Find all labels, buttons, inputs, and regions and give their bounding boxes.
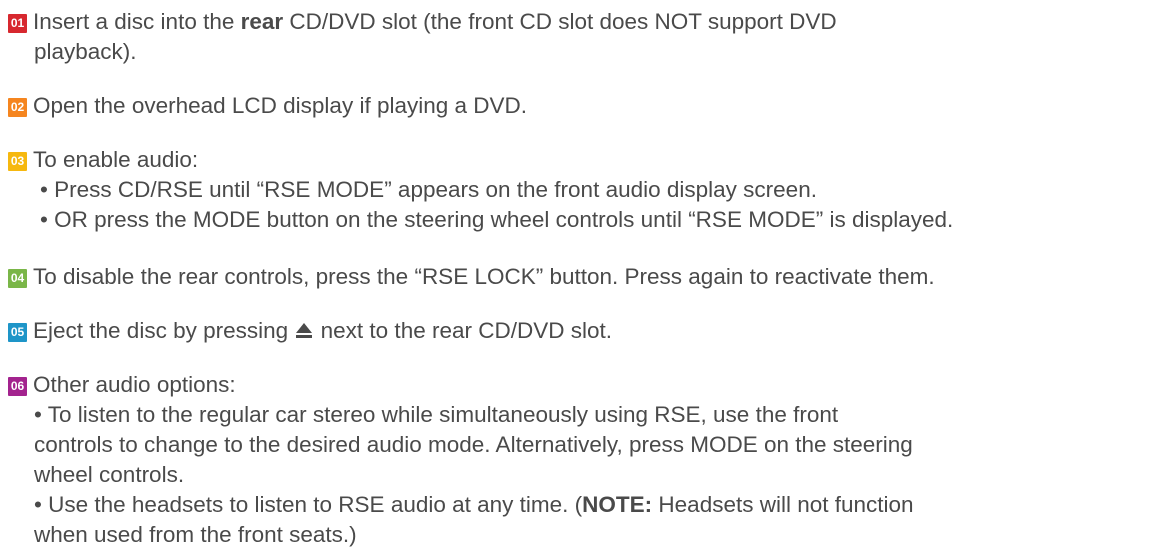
eject-icon: [294, 317, 314, 347]
paragraph-line: controls to change to the desired audio …: [34, 432, 913, 457]
step-text: Eject the disc by pressing: [33, 318, 295, 343]
step-text: CD/DVD slot (the front CD slot does NOT …: [283, 9, 837, 34]
step-text: Insert a disc into the: [33, 9, 241, 34]
step-text-bold: rear: [240, 9, 284, 34]
step-text: playback).: [34, 39, 137, 64]
step-number-badge: 05: [8, 323, 27, 342]
step-text: next to the rear CD/DVD slot.: [314, 318, 612, 343]
paragraph-line: when used from the front seats.): [34, 522, 357, 547]
step-number-badge: 01: [8, 14, 27, 33]
paragraph-line: wheel controls.: [34, 462, 185, 487]
step-03: 03 To enable audio: • Press CD/RSE until …: [8, 145, 1158, 235]
step-number-badge: 04: [8, 269, 27, 288]
bullet-item: • Press CD/RSE until “RSE MODE” appears …: [40, 177, 817, 202]
step-01: 01 Insert a disc into the rear CD/DVD slo…: [8, 7, 1158, 67]
step-05: 05 Eject the disc by pressing next to the…: [8, 316, 1158, 347]
step-number-badge: 03: [8, 152, 27, 171]
bullet-item: • OR press the MODE button on the steeri…: [40, 207, 954, 232]
options-paragraph: • To listen to the regular car stereo wh…: [8, 400, 1158, 550]
paragraph-line: Headsets will not function: [652, 492, 914, 517]
step-text: Other audio options:: [33, 372, 236, 397]
note-label: NOTE:: [582, 492, 653, 517]
step-02: 02 Open the overhead LCD display if playi…: [8, 91, 1158, 121]
step-text: To enable audio:: [33, 147, 199, 172]
step-number-badge: 06: [8, 377, 27, 396]
step-04: 04 To disable the rear controls, press th…: [8, 262, 1158, 292]
step-text: To disable the rear controls, press the …: [33, 264, 935, 289]
paragraph-line: • To listen to the regular car stereo wh…: [34, 402, 839, 427]
instructions-page: 01 Insert a disc into the rear CD/DVD slo…: [0, 0, 1161, 556]
step-number-badge: 02: [8, 98, 27, 117]
paragraph-line: • Use the headsets to listen to RSE audi…: [34, 492, 583, 517]
bullet-list: • Press CD/RSE until “RSE MODE” appears …: [8, 175, 1158, 235]
step-text: Open the overhead LCD display if playing…: [33, 93, 528, 118]
step-06: 06 Other audio options: • To listen to th…: [8, 370, 1158, 550]
